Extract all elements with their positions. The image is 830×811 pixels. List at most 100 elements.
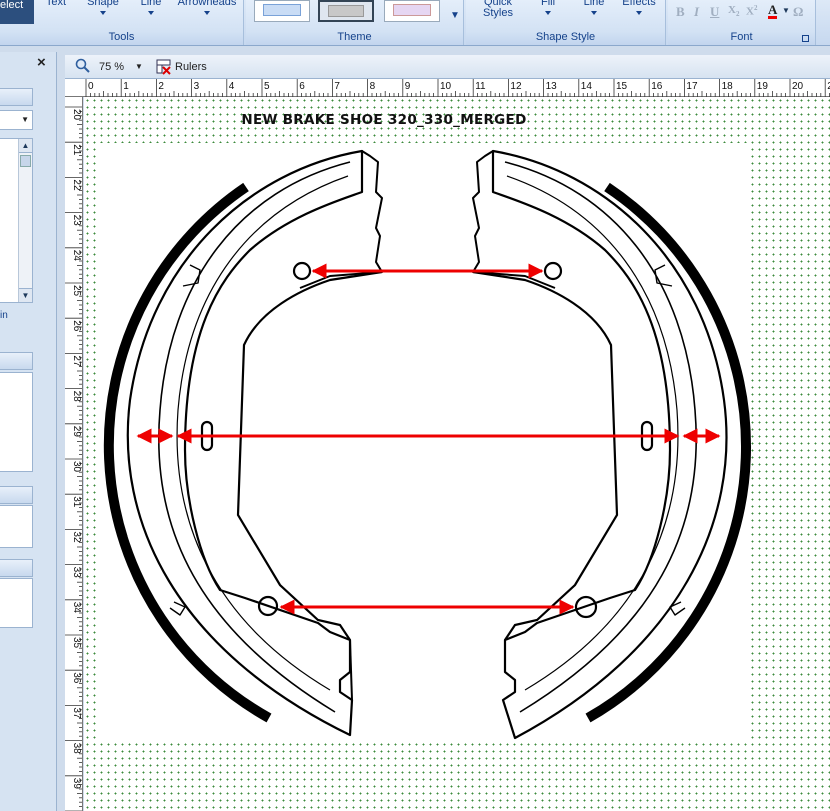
- ruler-label: 37: [71, 707, 82, 719]
- chevron-down-icon: ▼: [21, 115, 29, 124]
- italic-icon[interactable]: I: [694, 4, 699, 20]
- left-shoe-bottom-profile: [349, 639, 353, 701]
- panel-dropdown[interactable]: ▼: [0, 110, 33, 130]
- shape-style-group: Quick Styles Fill Line Effects Shape Sty…: [466, 0, 666, 45]
- symbol-icon[interactable]: Ω: [793, 4, 803, 20]
- zoom-icon[interactable]: [75, 58, 91, 77]
- arrowheads-button[interactable]: Arrowheads: [177, 0, 237, 15]
- right-top-hole: [543, 261, 563, 281]
- right-lining: [585, 182, 751, 723]
- ruler-label: 23: [71, 215, 82, 227]
- scroll-thumb[interactable]: [20, 155, 31, 167]
- ruler-label: 8: [370, 81, 376, 92]
- right-brake-shoe[interactable]: [472, 149, 751, 740]
- ruler-label: 29: [71, 426, 82, 438]
- select-button[interactable]: elect: [0, 0, 34, 24]
- chevron-down-icon: [591, 11, 597, 15]
- ruler-label: 15: [616, 81, 628, 92]
- ruler-label: 34: [71, 602, 82, 614]
- line-tool-button[interactable]: Line: [138, 0, 164, 15]
- dimension-arrows[interactable]: [136, 263, 721, 615]
- chevron-down-icon: [204, 11, 210, 15]
- theme-thumbnail-2[interactable]: [318, 0, 374, 22]
- ruler-label: 13: [546, 81, 558, 92]
- dialog-launcher-icon[interactable]: [802, 35, 809, 42]
- rulers-toggle[interactable]: Rulers: [175, 61, 207, 73]
- theme-more-icon[interactable]: ▼: [450, 10, 460, 21]
- ruler-label: 5: [264, 81, 270, 92]
- panel-section-header[interactable]: [0, 559, 33, 577]
- chevron-down-icon[interactable]: ▼: [135, 62, 143, 71]
- right-shoe-top-profile: [472, 150, 556, 289]
- ruler-label: 7: [334, 81, 340, 92]
- line-style-button[interactable]: Line: [582, 0, 606, 15]
- panel-box: [0, 578, 33, 628]
- rulers-icon[interactable]: [156, 59, 172, 78]
- fill-button[interactable]: Fill: [538, 0, 558, 15]
- theme-group-label: Theme: [337, 31, 372, 43]
- ruler-label: 21: [71, 144, 82, 156]
- ruler-label: 3: [194, 81, 200, 92]
- quick-styles-button[interactable]: Quick Styles: [480, 0, 516, 19]
- ruler-label: 11: [475, 81, 486, 92]
- left-panel: × ▼ ▲ ▼ in: [0, 52, 57, 811]
- ruler-label: 14: [581, 81, 593, 92]
- underline-icon[interactable]: U: [710, 4, 719, 20]
- scroll-down-icon[interactable]: ▼: [19, 288, 32, 302]
- ruler-label: 4: [229, 81, 235, 92]
- ribbon: elect Text Shape Line Arrowheads Tools ▼…: [0, 0, 830, 46]
- ruler-label: 31: [71, 496, 82, 508]
- select-label: elect: [0, 0, 24, 11]
- ruler-label: 32: [71, 531, 82, 543]
- fill-label: Fill: [540, 0, 556, 8]
- right-shoe-outer: [491, 149, 728, 740]
- scrollbar[interactable]: ▲ ▼: [18, 139, 32, 302]
- ruler-label: 38: [71, 743, 82, 755]
- superscript-icon[interactable]: X2: [746, 4, 757, 18]
- scroll-up-icon[interactable]: ▲: [19, 139, 32, 153]
- ruler-label: 18: [722, 81, 734, 92]
- left-brake-shoe[interactable]: [103, 149, 383, 737]
- shape-tool-button[interactable]: Shape: [86, 0, 120, 15]
- theme-thumbnail-3[interactable]: [384, 0, 440, 22]
- chevron-down-icon: [545, 11, 551, 15]
- panel-section-header[interactable]: [0, 352, 33, 370]
- ruler-label: 27: [71, 355, 82, 367]
- theme-thumbnail-1[interactable]: [254, 0, 310, 22]
- ruler-label: 20: [792, 81, 804, 92]
- right-shoe-notch: [654, 264, 673, 287]
- panel-list[interactable]: ▲ ▼: [0, 138, 33, 303]
- bold-icon[interactable]: B: [676, 4, 685, 20]
- font-group: B I U X2 X2 A ▼ Ω Font: [668, 0, 816, 45]
- subscript-icon[interactable]: X2: [728, 4, 739, 18]
- view-toolbar: 75 % ▼ Rulers: [65, 55, 830, 79]
- shape-tool-label: Shape: [87, 0, 119, 8]
- ruler-label: 10: [440, 81, 452, 92]
- ruler-label: 25: [71, 285, 82, 297]
- vertical-ruler: 20 21 22 23 24 25 26 27 28 29 30 31 32 33 34 35 36 37 38 39…: [65, 97, 83, 811]
- font-group-label: Font: [730, 31, 753, 43]
- quick-styles-label: Quick Styles: [483, 0, 513, 19]
- chevron-down-icon[interactable]: ▼: [782, 6, 790, 15]
- panel-section-header[interactable]: [0, 486, 33, 504]
- zoom-level[interactable]: 75 %: [99, 61, 124, 73]
- theme-group: ▼ Theme: [246, 0, 464, 45]
- ruler-label: 9: [405, 81, 411, 92]
- ruler-label: 33: [71, 567, 82, 579]
- ruler-label: 22: [71, 179, 82, 191]
- tools-group-label: Tools: [108, 31, 135, 43]
- ruler-label: 30: [71, 461, 82, 473]
- panel-box: [0, 505, 33, 548]
- close-icon[interactable]: ×: [37, 54, 46, 71]
- ruler-label: 12: [510, 81, 522, 92]
- brake-shoe-drawing[interactable]: [84, 97, 830, 811]
- left-shoe-notch: [169, 601, 186, 616]
- text-tool-button[interactable]: Text: [42, 0, 70, 8]
- panel-box: [0, 372, 33, 472]
- left-shoe-notch: [182, 264, 201, 287]
- effects-button[interactable]: Effects: [620, 0, 658, 15]
- tools-group: elect Text Shape Line Arrowheads Tools: [0, 0, 244, 45]
- font-color-icon[interactable]: A: [768, 3, 778, 19]
- chevron-down-icon: [148, 11, 154, 15]
- panel-section-header[interactable]: [0, 88, 33, 106]
